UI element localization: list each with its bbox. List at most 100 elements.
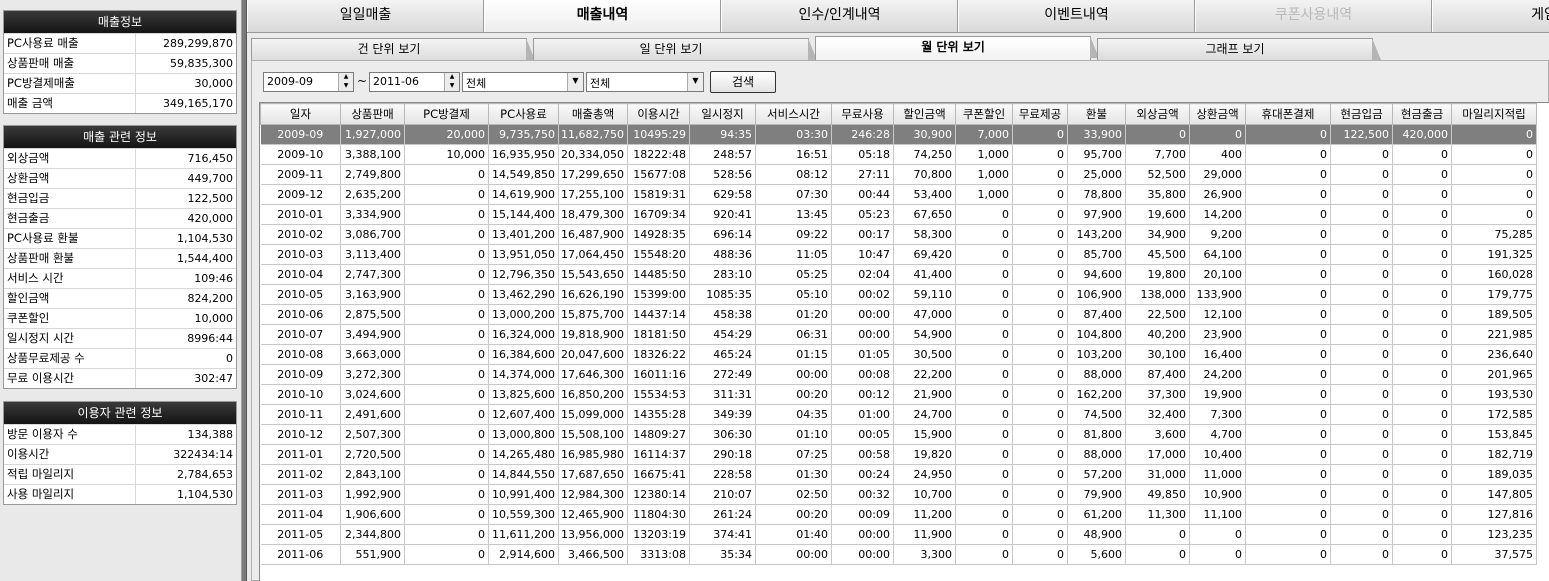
tab-event-history[interactable]: 이벤트내역 bbox=[958, 0, 1195, 32]
table-cell: 17,064,450 bbox=[558, 244, 628, 265]
summary-row: 외상금액 716,450 bbox=[4, 148, 236, 168]
table-row[interactable]: 2009-11 2,749,800 0 14,549,850 17,299,650 156… bbox=[260, 164, 1537, 185]
table-cell: 94:35 bbox=[689, 124, 756, 145]
table-row[interactable]: 2009-09 1,927,000 20,000 9,735,750 11,682,75… bbox=[260, 124, 1537, 145]
column-header[interactable]: 외상금액 bbox=[1125, 103, 1190, 125]
column-header[interactable]: 휴대폰결제 bbox=[1245, 103, 1331, 125]
table-row[interactable]: 2009-10 3,388,100 10,000 16,935,950 20,334,0… bbox=[260, 144, 1537, 165]
tab-handover-history[interactable]: 인수/인계내역 bbox=[721, 0, 958, 32]
table-row[interactable]: 2010-03 3,113,400 0 13,951,050 17,064,450 155… bbox=[260, 244, 1537, 265]
table-cell: 0 bbox=[1245, 124, 1331, 145]
column-header[interactable]: PC방결제 bbox=[404, 103, 489, 125]
table-row[interactable]: 2010-01 3,334,900 0 15,144,400 18,479,300 167… bbox=[260, 204, 1537, 225]
table-row[interactable]: 2011-04 1,906,600 0 10,559,300 12,465,900 118… bbox=[260, 504, 1537, 525]
table-cell: 3,466,500 bbox=[558, 544, 628, 565]
column-header[interactable]: 할인금액 bbox=[893, 103, 956, 125]
search-button[interactable]: 검색 bbox=[710, 71, 776, 93]
tab-coupon-history[interactable]: 쿠폰사용내역 bbox=[1195, 0, 1432, 32]
table-row[interactable]: 2011-05 2,344,800 0 11,611,200 13,956,000 132… bbox=[260, 524, 1537, 545]
table-cell: 0 bbox=[1330, 404, 1393, 425]
chevron-down-icon[interactable]: ▼ bbox=[567, 73, 583, 91]
column-header[interactable]: 일자 bbox=[260, 103, 341, 125]
table-cell: 25,000 bbox=[1067, 164, 1126, 185]
table-row[interactable]: 2011-06 551,900 0 2,914,600 3,466,500 3313:08… bbox=[260, 544, 1537, 565]
table-cell: 00:32 bbox=[831, 484, 894, 505]
column-header[interactable]: 이용시간 bbox=[627, 103, 690, 125]
table-cell: 18222:48 bbox=[627, 144, 690, 165]
table-cell: 06:31 bbox=[755, 324, 832, 345]
table-cell: 9,735,750 bbox=[488, 124, 559, 145]
monthly-view-panel: 2009-09 ▲ ▼ ~ 2011-06 ▲ ▼ 전체 ▼ 전체 ▼ 검색 일… bbox=[251, 60, 1549, 581]
table-cell: 2011-03 bbox=[260, 484, 341, 505]
table-cell: 00:24 bbox=[831, 464, 894, 485]
spin-down-icon[interactable]: ▼ bbox=[339, 82, 353, 91]
table-row[interactable]: 2010-04 2,747,300 0 12,796,350 15,543,650 144… bbox=[260, 264, 1537, 285]
table-cell: 0 bbox=[1330, 464, 1393, 485]
column-header[interactable]: 현금출금 bbox=[1392, 103, 1452, 125]
table-row[interactable]: 2011-02 2,843,100 0 14,844,550 17,687,650 166… bbox=[260, 464, 1537, 485]
table-cell: 11,100 bbox=[1189, 504, 1246, 525]
chevron-down-icon[interactable]: ▼ bbox=[687, 73, 703, 91]
column-header[interactable]: 환불 bbox=[1067, 103, 1126, 125]
sales-related-title: 매출 관련 정보 bbox=[4, 126, 236, 148]
table-row[interactable]: 2011-03 1,992,900 0 10,991,400 12,984,300 123… bbox=[260, 484, 1537, 505]
column-header[interactable]: 현금입금 bbox=[1330, 103, 1393, 125]
table-cell: 0 bbox=[404, 164, 489, 185]
tab-monthly-view[interactable]: 월 단위 보기 bbox=[815, 36, 1099, 60]
table-cell: 0 bbox=[1012, 124, 1068, 145]
table-cell: 14928:35 bbox=[627, 224, 690, 245]
column-header[interactable]: 마일리지적립 bbox=[1451, 103, 1537, 125]
table-cell: 79,900 bbox=[1067, 484, 1126, 505]
table-cell: 16,626,190 bbox=[558, 284, 628, 305]
column-header[interactable]: 무료사용 bbox=[831, 103, 894, 125]
column-header[interactable]: 일시정지 bbox=[689, 103, 756, 125]
column-header[interactable]: 매출총액 bbox=[558, 103, 628, 125]
table-row[interactable]: 2009-12 2,635,200 0 14,619,900 17,255,100 158… bbox=[260, 184, 1537, 205]
spin-up-icon[interactable]: ▲ bbox=[339, 73, 353, 82]
filter-combo-2[interactable]: 전체 ▼ bbox=[586, 72, 704, 92]
table-cell: 11,000 bbox=[1189, 464, 1246, 485]
table-row[interactable]: 2010-07 3,494,900 0 16,324,000 19,818,900 181… bbox=[260, 324, 1537, 345]
table-cell: 0 bbox=[955, 344, 1013, 365]
table-cell: 0 bbox=[1330, 184, 1393, 205]
to-month-arrows[interactable]: ▲ ▼ bbox=[444, 73, 459, 91]
table-row[interactable]: 2010-08 3,663,000 0 16,384,600 20,047,600 183… bbox=[260, 344, 1537, 365]
column-header[interactable]: 상환금액 bbox=[1189, 103, 1246, 125]
summary-label: 적립 마일리지 bbox=[4, 465, 136, 484]
table-row[interactable]: 2010-10 3,024,600 0 13,825,600 16,850,200 155… bbox=[260, 384, 1537, 405]
table-row[interactable]: 2011-01 2,720,500 0 14,265,480 16,985,980 161… bbox=[260, 444, 1537, 465]
column-header[interactable]: 무료제공 bbox=[1012, 103, 1068, 125]
column-header[interactable]: 상품판매 bbox=[340, 103, 405, 125]
table-row[interactable]: 2010-05 3,163,900 0 13,462,290 16,626,190 153… bbox=[260, 284, 1537, 305]
table-cell: 0 bbox=[1330, 284, 1393, 305]
table-cell: 15677:08 bbox=[627, 164, 690, 185]
filter-combo-1[interactable]: 전체 ▼ bbox=[462, 72, 584, 92]
table-cell: 0 bbox=[404, 304, 489, 325]
monthly-sales-grid[interactable]: 일자 상품판매 PC방결제 PC사용료 매출총액 이용시간 일시정지 서비스시간 무료사용 할인금… bbox=[259, 102, 1549, 581]
tab-game-company[interactable]: 게임사 bbox=[1432, 0, 1549, 32]
table-row[interactable]: 2010-12 2,507,300 0 13,000,800 15,508,100 148… bbox=[260, 424, 1537, 445]
table-cell: 58,300 bbox=[893, 224, 956, 245]
spin-up-icon[interactable]: ▲ bbox=[445, 73, 459, 82]
table-row[interactable]: 2010-02 3,086,700 0 13,401,200 16,487,900 149… bbox=[260, 224, 1537, 245]
tab-graph-view[interactable]: 그래프 보기 bbox=[1097, 38, 1381, 60]
tab-daily-sales[interactable]: 일일매출 bbox=[247, 0, 484, 32]
table-cell: 15819:31 bbox=[627, 184, 690, 205]
table-row[interactable]: 2010-06 2,875,500 0 13,000,200 15,875,700 144… bbox=[260, 304, 1537, 325]
table-cell: 0 bbox=[955, 444, 1013, 465]
spin-down-icon[interactable]: ▼ bbox=[445, 82, 459, 91]
to-month-spinner[interactable]: 2011-06 ▲ ▼ bbox=[369, 72, 460, 92]
column-header[interactable]: PC사용료 bbox=[488, 103, 559, 125]
table-cell: 2,491,600 bbox=[340, 404, 405, 425]
column-header[interactable]: 서비스시간 bbox=[755, 103, 832, 125]
table-row[interactable]: 2010-11 2,491,600 0 12,607,400 15,099,000 143… bbox=[260, 404, 1537, 425]
from-month-spinner[interactable]: 2009-09 ▲ ▼ bbox=[263, 72, 354, 92]
tab-per-item-view[interactable]: 건 단위 보기 bbox=[251, 38, 535, 60]
table-row[interactable]: 2010-09 3,272,300 0 14,374,000 17,646,300 160… bbox=[260, 364, 1537, 385]
table-cell: 16:51 bbox=[755, 144, 832, 165]
tab-sales-history[interactable]: 매출내역 bbox=[484, 0, 721, 32]
from-month-arrows[interactable]: ▲ ▼ bbox=[338, 73, 353, 91]
table-cell: 2009-09 bbox=[260, 124, 341, 145]
tab-daily-view[interactable]: 일 단위 보기 bbox=[533, 38, 817, 60]
column-header[interactable]: 쿠폰할인 bbox=[955, 103, 1013, 125]
